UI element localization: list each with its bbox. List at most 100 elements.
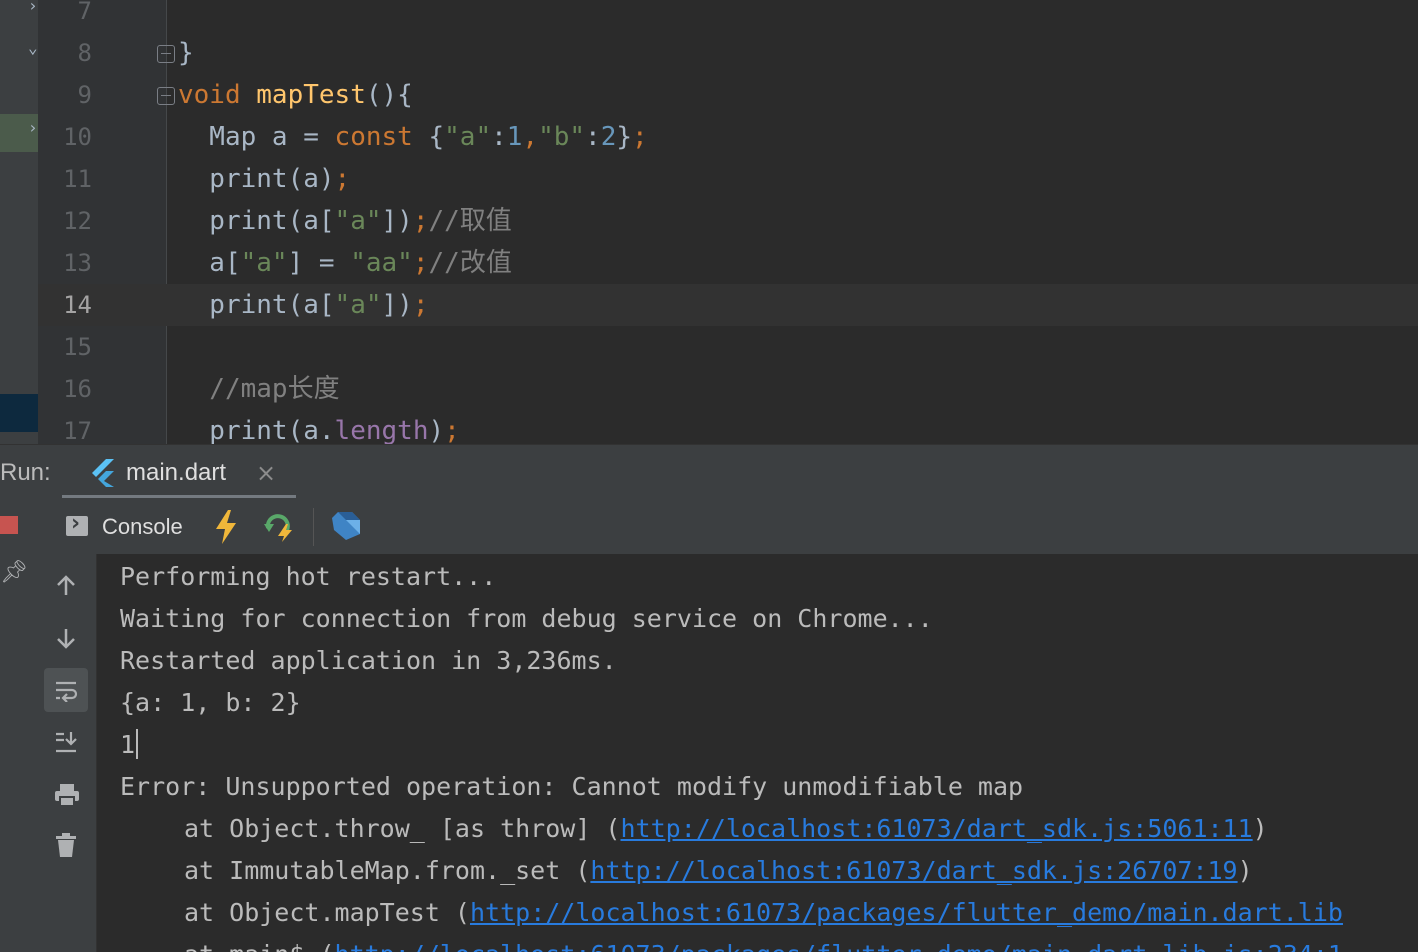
scroll-up-button[interactable] <box>44 564 88 608</box>
console-side-tools <box>38 554 97 952</box>
console-line: Performing hot restart... <box>120 556 496 598</box>
code-token: //map <box>178 374 288 404</box>
console-text-suffix: ) <box>1252 814 1268 843</box>
code-token: , <box>522 122 539 152</box>
code-token: const <box>334 122 413 152</box>
scroll-to-end-button[interactable] <box>44 720 88 764</box>
console-text: {a: 1, b: 2} <box>120 688 301 717</box>
console-text: at ImmutableMap.from._set ( <box>184 856 591 885</box>
console-toolbar: Console <box>38 498 1418 555</box>
code-token: "a" <box>240 248 288 278</box>
code-token: 改值 <box>459 248 512 278</box>
code-token: print(a. <box>178 416 335 444</box>
code-line[interactable]: print(a.length); <box>178 410 459 444</box>
line-number: 14 <box>63 291 92 319</box>
code-token: ] = <box>287 248 351 278</box>
fold-marker-icon[interactable] <box>157 87 175 105</box>
code-token: print(a) <box>178 164 335 194</box>
toolbar-separator <box>313 508 314 546</box>
chevron-right-icon[interactable]: › <box>28 118 38 137</box>
code-token: : <box>585 122 601 152</box>
code-token: ]) <box>381 206 413 236</box>
run-title: Run: <box>0 459 51 486</box>
console-text: 1 <box>120 730 136 759</box>
code-line[interactable]: a["a"] = "aa";//改值 <box>178 242 512 284</box>
line-number: 12 <box>63 207 92 235</box>
dart-devtools-icon[interactable] <box>330 510 362 542</box>
code-token: "aa" <box>350 248 413 278</box>
chevron-right-icon[interactable]: › <box>28 0 38 15</box>
stack-trace-line: at Object.throw_ [as throw] (http://loca… <box>184 808 1268 850</box>
soft-wrap-button[interactable] <box>44 668 88 712</box>
console-output[interactable]: Performing hot restart... Waiting for con… <box>97 554 1418 952</box>
run-left-toolbar: 📌︎ <box>0 498 39 952</box>
print-icon <box>55 784 79 807</box>
code-token: : <box>491 122 507 152</box>
console-text: Performing hot restart... <box>120 562 497 591</box>
line-number: 8 <box>77 39 92 67</box>
soft-wrap-icon <box>56 681 78 702</box>
code-line[interactable]: print(a["a"]);//取值 <box>178 200 512 242</box>
code-token: mapTest <box>256 80 366 110</box>
code-line[interactable]: print(a["a"]); <box>178 284 428 326</box>
code-token: "b" <box>538 122 586 152</box>
print-button[interactable] <box>44 772 88 816</box>
code-editor[interactable]: › ⌄ › 7 8} 9 void mapTest(){10 Map a = cons… <box>0 0 1418 444</box>
clear-all-button[interactable] <box>44 822 88 866</box>
trash-icon <box>56 833 76 857</box>
tab-main-dart[interactable]: main.dart × <box>62 445 296 499</box>
code-token: print(a[ <box>178 290 335 320</box>
code-token: } <box>178 38 194 68</box>
scroll-up-icon <box>57 575 75 595</box>
console-text: Waiting for connection from debug servic… <box>120 604 933 633</box>
structure-highlight-row[interactable] <box>0 394 38 432</box>
console-icon <box>66 511 88 536</box>
code-token: print(a[ <box>178 206 335 236</box>
code-token: } <box>616 122 633 152</box>
code-token: a[ <box>178 248 241 278</box>
code-line[interactable]: void mapTest(){ <box>178 74 413 116</box>
line-number: 15 <box>63 333 92 361</box>
stack-trace-line: at Object.mapTest (http://localhost:6107… <box>184 892 1343 934</box>
console-text-suffix: ) <box>1237 856 1253 885</box>
scroll-down-button[interactable] <box>44 616 88 660</box>
line-number: 11 <box>63 165 92 193</box>
scroll-to-end-icon <box>56 732 77 753</box>
stack-trace-link[interactable]: http://localhost:61073/dart_sdk.js:5061:… <box>621 814 1253 843</box>
run-tool-window-header: Run: main.dart × <box>0 444 1418 499</box>
code-line[interactable]: } <box>178 32 194 74</box>
code-token: 取值 <box>459 206 512 236</box>
stack-trace-link[interactable]: http://localhost:61073/dart_sdk.js:26707… <box>590 856 1237 885</box>
code-token: 1 <box>506 122 523 152</box>
project-structure-strip: › ⌄ › <box>0 0 38 444</box>
code-line[interactable]: Map a = const {"a":1,"b":2}; <box>178 116 647 158</box>
console-line: {a: 1, b: 2} <box>120 682 301 724</box>
code-token: "a" <box>334 290 382 320</box>
code-line[interactable]: print(a); <box>178 158 350 200</box>
close-icon[interactable]: × <box>256 445 276 501</box>
line-number: 9 <box>77 81 92 109</box>
fold-marker-icon[interactable] <box>157 45 175 63</box>
code-line[interactable]: //map长度 <box>178 368 340 410</box>
tab-label: main.dart <box>126 459 227 486</box>
hot-reload-icon[interactable] <box>214 510 238 544</box>
chevron-down-icon[interactable]: ⌄ <box>28 38 38 57</box>
text-caret <box>136 729 139 759</box>
code-token: ]) <box>381 290 413 320</box>
code-token: ) <box>428 416 445 444</box>
console-text: at Object.throw_ [as throw] ( <box>184 814 621 843</box>
code-token: ; <box>412 248 429 278</box>
code-token: ; <box>412 206 429 236</box>
console-text: Restarted application in 3,236ms. <box>120 646 617 675</box>
pin-icon[interactable]: 📌︎ <box>0 560 28 585</box>
stack-trace-link[interactable]: http://localhost:61073/packages/flutter_… <box>470 898 1343 927</box>
code-token: 长度 <box>287 374 340 404</box>
stack-trace-link[interactable]: http://localhost:61073/packages/flutter_… <box>335 940 1343 952</box>
line-number: 17 <box>63 417 92 444</box>
console-text: at Object.mapTest ( <box>184 898 470 927</box>
stop-icon[interactable] <box>0 516 18 534</box>
code-token: Map a = <box>178 122 335 152</box>
hot-restart-icon[interactable] <box>264 510 296 542</box>
code-token: ; <box>412 290 429 320</box>
